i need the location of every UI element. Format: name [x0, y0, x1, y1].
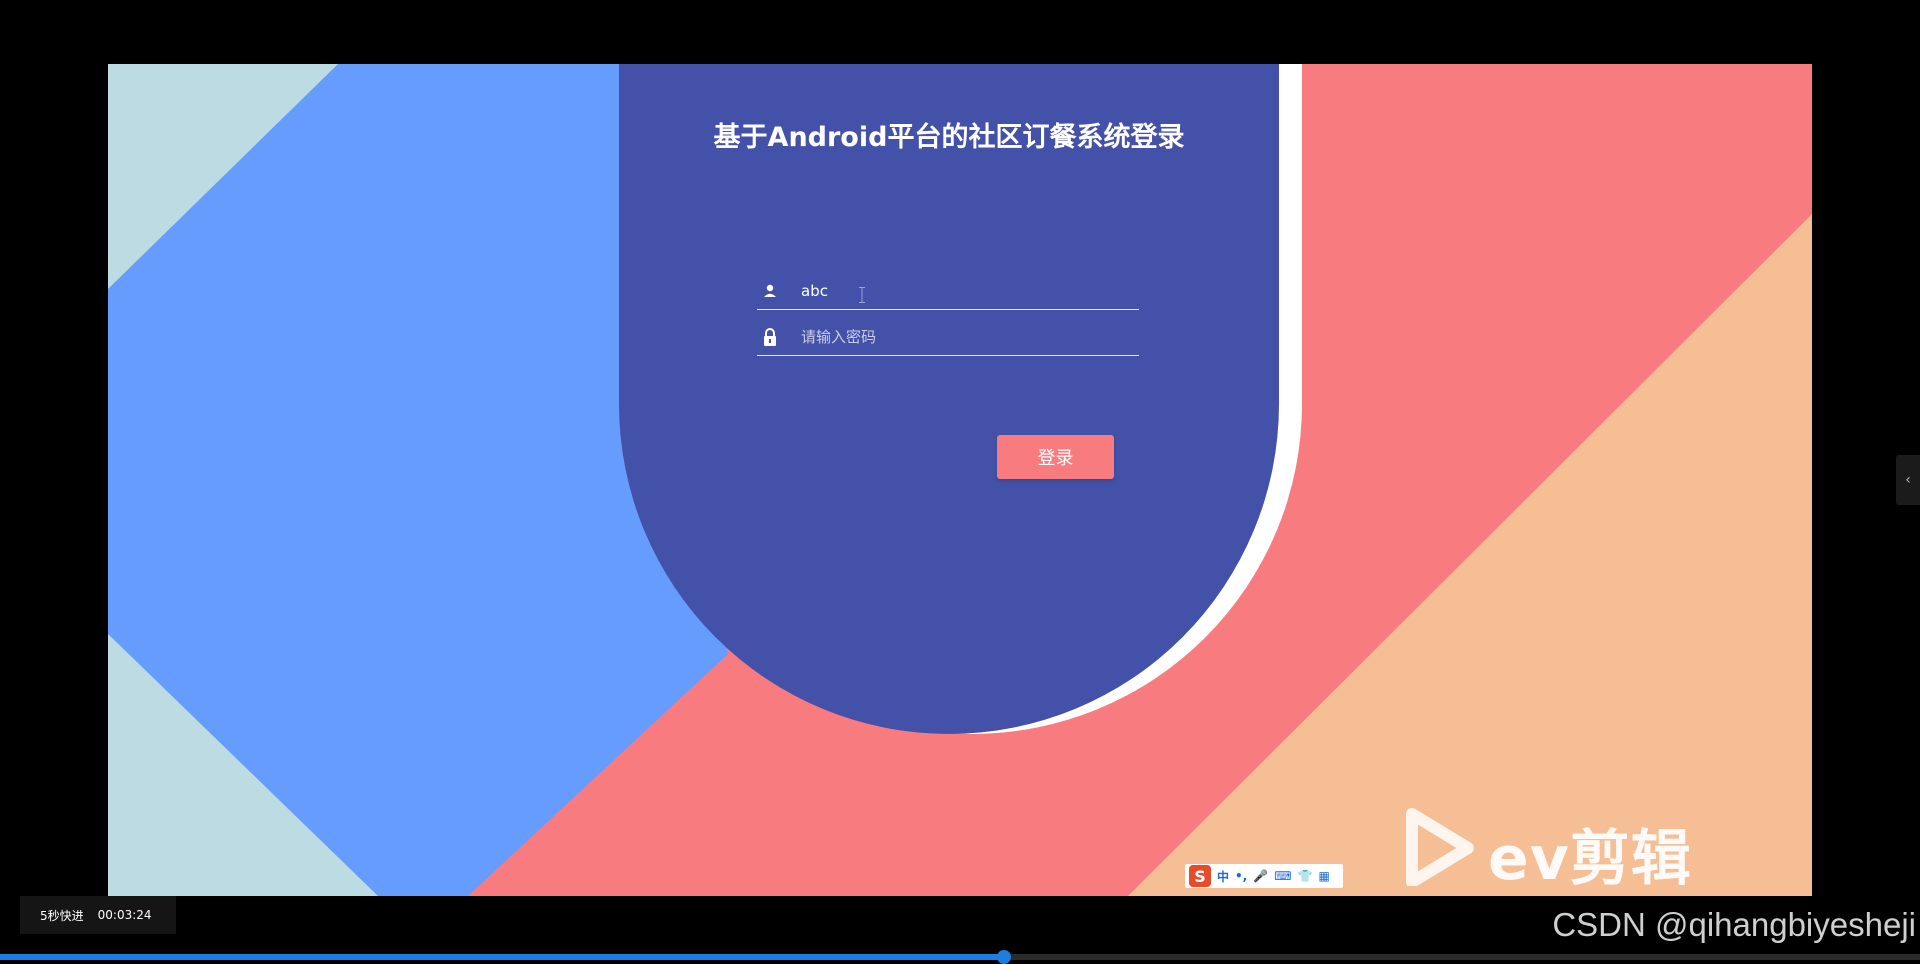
password-field — [757, 321, 1139, 356]
video-player-frame: 基于Android平台的社区订餐系统登录 登录 — [0, 0, 1920, 964]
login-button[interactable]: 登录 — [997, 435, 1114, 479]
chevron-left-icon[interactable]: ‹ — [1896, 455, 1920, 505]
username-input[interactable] — [801, 277, 1131, 305]
keyboard-icon[interactable]: ⌨ — [1274, 869, 1291, 883]
microphone-icon[interactable]: 🎤 — [1253, 869, 1268, 883]
ime-toolbar[interactable]: S 中 •, 🎤 ⌨ 👕 ▦ — [1185, 864, 1343, 888]
password-input[interactable] — [801, 323, 1131, 351]
ime-chinese-mode[interactable]: 中 — [1217, 868, 1229, 885]
ev-watermark: ev剪辑 — [1398, 806, 1728, 894]
progress-fill — [0, 954, 1005, 960]
ime-punctuation[interactable]: •, — [1235, 869, 1247, 883]
player-status-badge: 5秒快进 00:03:24 — [20, 896, 176, 934]
progress-handle[interactable] — [997, 950, 1012, 964]
play-logo-icon — [1406, 808, 1474, 886]
login-card: 基于Android平台的社区订餐系统登录 登录 — [619, 64, 1279, 734]
grid-menu-icon[interactable]: ▦ — [1318, 869, 1329, 883]
login-title: 基于Android平台的社区订餐系统登录 — [713, 122, 1185, 153]
user-icon — [764, 284, 776, 297]
watermark-text: ev剪辑 — [1488, 824, 1692, 894]
username-field — [757, 275, 1139, 310]
text-cursor-icon — [859, 287, 865, 303]
sogou-logo-icon[interactable]: S — [1189, 865, 1211, 887]
video-progress-bar[interactable] — [0, 950, 1920, 964]
skin-icon[interactable]: 👕 — [1298, 869, 1313, 883]
playback-time: 00:03:24 — [97, 908, 152, 922]
csdn-watermark: CSDN @qihangbiyesheji — [1552, 906, 1916, 943]
fast-forward-label: 5秒快进 — [40, 908, 84, 923]
lock-icon — [764, 328, 776, 346]
app-viewport: 基于Android平台的社区订餐系统登录 登录 — [108, 64, 1812, 896]
